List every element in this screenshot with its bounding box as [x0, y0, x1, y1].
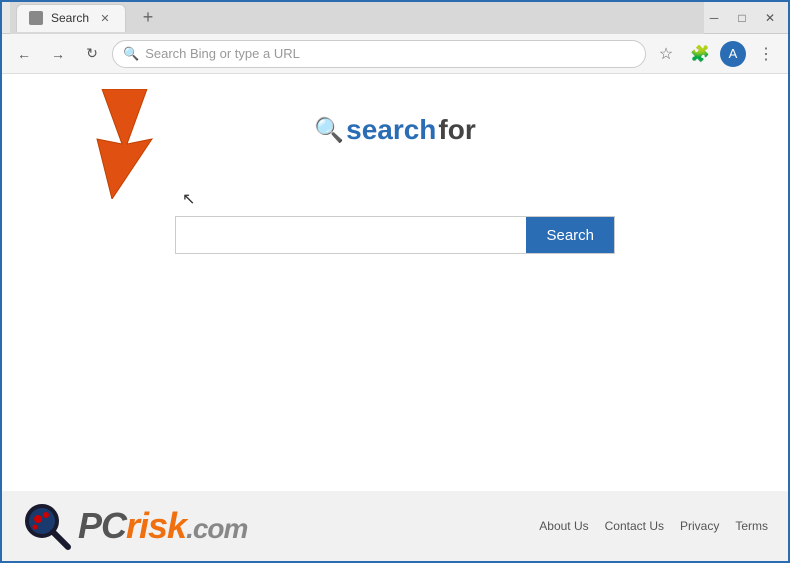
- footer-logo: PCrisk.com: [22, 501, 247, 551]
- about-us-link[interactable]: About Us: [539, 519, 588, 533]
- page-content: ↖ 🔍 search for Search: [2, 74, 788, 561]
- minimize-button[interactable]: ─: [704, 8, 724, 28]
- tab-favicon: [29, 11, 43, 25]
- logo-search-text: search: [346, 114, 436, 146]
- privacy-link[interactable]: Privacy: [680, 519, 719, 533]
- nav-icons-right: ☆ 🧩 A ⋮: [652, 40, 780, 68]
- tab-title: Search: [51, 11, 89, 25]
- footer-links: About Us Contact Us Privacy Terms: [539, 519, 768, 533]
- pcrisk-dotcom: .com: [186, 513, 247, 544]
- contact-us-link[interactable]: Contact Us: [605, 519, 664, 533]
- close-button[interactable]: ✕: [760, 8, 780, 28]
- pcrisk-logo-icon: [22, 501, 72, 551]
- address-search-icon: 🔍: [123, 46, 139, 62]
- extensions-icon[interactable]: 🧩: [686, 40, 714, 68]
- arrow-annotation: [92, 89, 212, 199]
- back-icon: ←: [17, 46, 31, 62]
- browser-window: Search ✕ + ─ □ ✕ ← → ↻ 🔍 Search Bing or …: [2, 2, 788, 561]
- new-tab-button[interactable]: +: [134, 4, 162, 32]
- navigation-bar: ← → ↻ 🔍 Search Bing or type a URL ☆ 🧩 A …: [2, 34, 788, 74]
- title-bar: Search ✕ + ─ □ ✕: [2, 2, 788, 34]
- site-logo: 🔍 search for: [314, 114, 476, 146]
- pcrisk-pc: PC: [78, 505, 126, 546]
- logo-for-text: for: [438, 114, 475, 146]
- active-tab[interactable]: Search ✕: [16, 4, 126, 32]
- address-placeholder-text: Search Bing or type a URL: [145, 46, 300, 61]
- terms-link[interactable]: Terms: [735, 519, 768, 533]
- back-button[interactable]: ←: [10, 40, 38, 68]
- logo-search-icon: 🔍: [314, 116, 344, 145]
- refresh-button[interactable]: ↻: [78, 40, 106, 68]
- menu-icon[interactable]: ⋮: [752, 40, 780, 68]
- search-box-container: Search: [175, 216, 615, 254]
- profile-icon[interactable]: A: [720, 41, 746, 67]
- forward-icon: →: [51, 46, 65, 62]
- favorites-icon[interactable]: ☆: [652, 40, 680, 68]
- page-footer: PCrisk.com About Us Contact Us Privacy T…: [2, 491, 788, 561]
- tab-close-button[interactable]: ✕: [97, 10, 113, 26]
- pcrisk-text: PCrisk.com: [78, 505, 247, 547]
- search-input[interactable]: [176, 217, 526, 253]
- cursor-icon: ↖: [182, 189, 195, 209]
- pcrisk-risk: risk: [126, 505, 186, 546]
- address-bar[interactable]: 🔍 Search Bing or type a URL: [112, 40, 646, 68]
- maximize-button[interactable]: □: [732, 8, 752, 28]
- window-controls: ─ □ ✕: [704, 8, 780, 28]
- search-button[interactable]: Search: [526, 217, 614, 253]
- refresh-icon: ↻: [86, 45, 98, 62]
- forward-button[interactable]: →: [44, 40, 72, 68]
